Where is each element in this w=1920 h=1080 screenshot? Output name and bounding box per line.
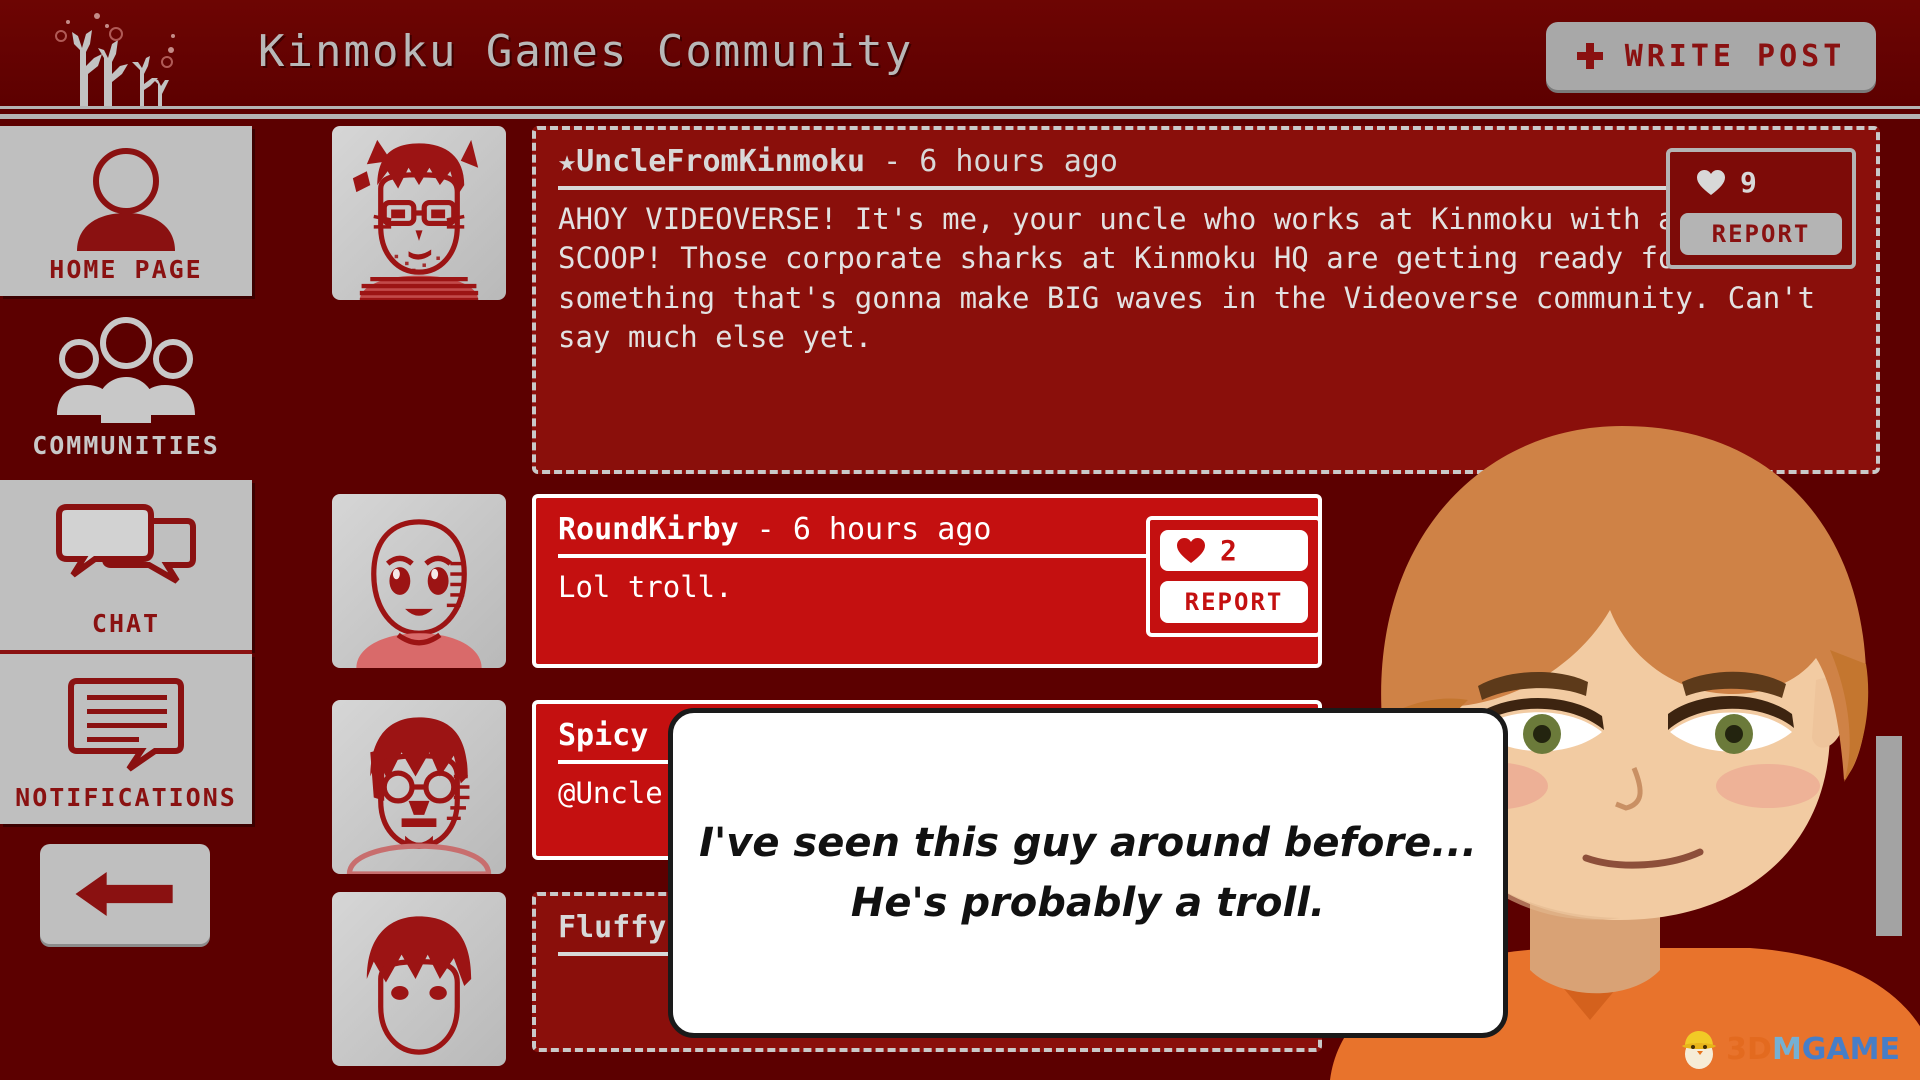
post-actions: 9 REPORT — [1666, 148, 1856, 269]
feed-scrollbar-thumb[interactable] — [1876, 736, 1902, 936]
like-button[interactable]: 2 — [1160, 530, 1308, 571]
back-button[interactable] — [40, 844, 210, 944]
app-header: Kinmoku Games Community WRITE POST — [0, 0, 1920, 112]
post-username[interactable]: Fluffy — [558, 910, 666, 945]
page-title: Kinmoku Games Community — [258, 26, 914, 77]
avatar — [332, 700, 506, 874]
plus-icon — [1576, 43, 1603, 69]
sidebar-item-label: NOTIFICATIONS — [15, 782, 237, 812]
like-button[interactable]: 9 — [1680, 162, 1842, 203]
dialogue-line-1: I've seen this guy around before... — [699, 820, 1477, 866]
post-timestamp: 6 hours ago — [919, 144, 1118, 179]
write-post-button[interactable]: WRITE POST — [1546, 22, 1876, 90]
verified-star-icon: ★ — [558, 144, 577, 179]
watermark: 3DMGAME — [1678, 1026, 1900, 1072]
people-group-icon — [51, 315, 201, 427]
feed-scrollbar-track[interactable] — [1876, 140, 1912, 1070]
post-content: RoundKirby - 6 hours ago Lol troll. 2 RE… — [532, 494, 1322, 668]
report-button[interactable]: REPORT — [1680, 213, 1842, 255]
person-icon — [51, 139, 201, 251]
post-header: ★UncleFromKinmoku - 6 hours ago — [558, 144, 1854, 190]
header-divider-bottom — [0, 114, 1920, 119]
post-username[interactable]: Spicy — [558, 718, 648, 753]
post-content: ★UncleFromKinmoku - 6 hours ago AHOY VID… — [532, 126, 1880, 474]
sidebar-item-chat[interactable]: CHAT — [0, 480, 252, 650]
watermark-part-1: 3D — [1726, 1031, 1772, 1067]
header-divider-top — [0, 106, 1920, 109]
sidebar-nav: HOME PAGE COMMUNITIES CHAT NOTIFICATIONS — [0, 126, 256, 1080]
write-post-label: WRITE POST — [1624, 38, 1846, 74]
list-bubble-icon — [51, 667, 201, 779]
post-username[interactable]: RoundKirby — [558, 512, 739, 547]
sidebar-item-home-page[interactable]: HOME PAGE — [0, 126, 252, 296]
sidebar-item-label: CHAT — [91, 608, 161, 638]
dialogue-line-2: He's probably a troll. — [850, 880, 1326, 926]
watermark-part-2: M — [1771, 1031, 1802, 1067]
arrow-left-icon — [75, 872, 173, 916]
watermark-part-3: GAME — [1801, 1031, 1900, 1067]
avatar — [332, 494, 506, 668]
chick-logo-icon — [1682, 1031, 1717, 1069]
sidebar-item-notifications[interactable]: NOTIFICATIONS — [0, 654, 252, 824]
heart-icon — [1177, 538, 1205, 563]
post-actions: 2 REPORT — [1146, 516, 1322, 637]
dialogue-box[interactable]: I've seen this guy around before... He's… — [668, 708, 1508, 1038]
like-count: 9 — [1740, 166, 1757, 199]
post-separator: - — [738, 512, 793, 547]
like-count: 2 — [1220, 534, 1237, 567]
sidebar-item-label: COMMUNITIES — [32, 430, 220, 460]
sidebar-item-label: HOME PAGE — [49, 254, 203, 284]
post-username: UncleFromKinmoku — [576, 144, 866, 179]
watermark-text: 3DMGAME — [1726, 1032, 1900, 1067]
report-button[interactable]: REPORT — [1160, 581, 1308, 623]
coral-plant-icon — [28, 4, 208, 108]
speech-bubbles-icon — [51, 493, 201, 605]
sidebar-item-communities[interactable]: COMMUNITIES — [0, 302, 252, 472]
heart-icon — [1697, 170, 1725, 195]
avatar — [332, 892, 506, 1066]
avatar — [332, 126, 506, 300]
post-username-with-star[interactable]: ★UncleFromKinmoku — [558, 144, 865, 179]
post-text: AHOY VIDEOVERSE! It's me, your uncle who… — [558, 202, 1850, 355]
post-separator: - — [865, 144, 920, 179]
post-timestamp: 6 hours ago — [792, 512, 992, 547]
